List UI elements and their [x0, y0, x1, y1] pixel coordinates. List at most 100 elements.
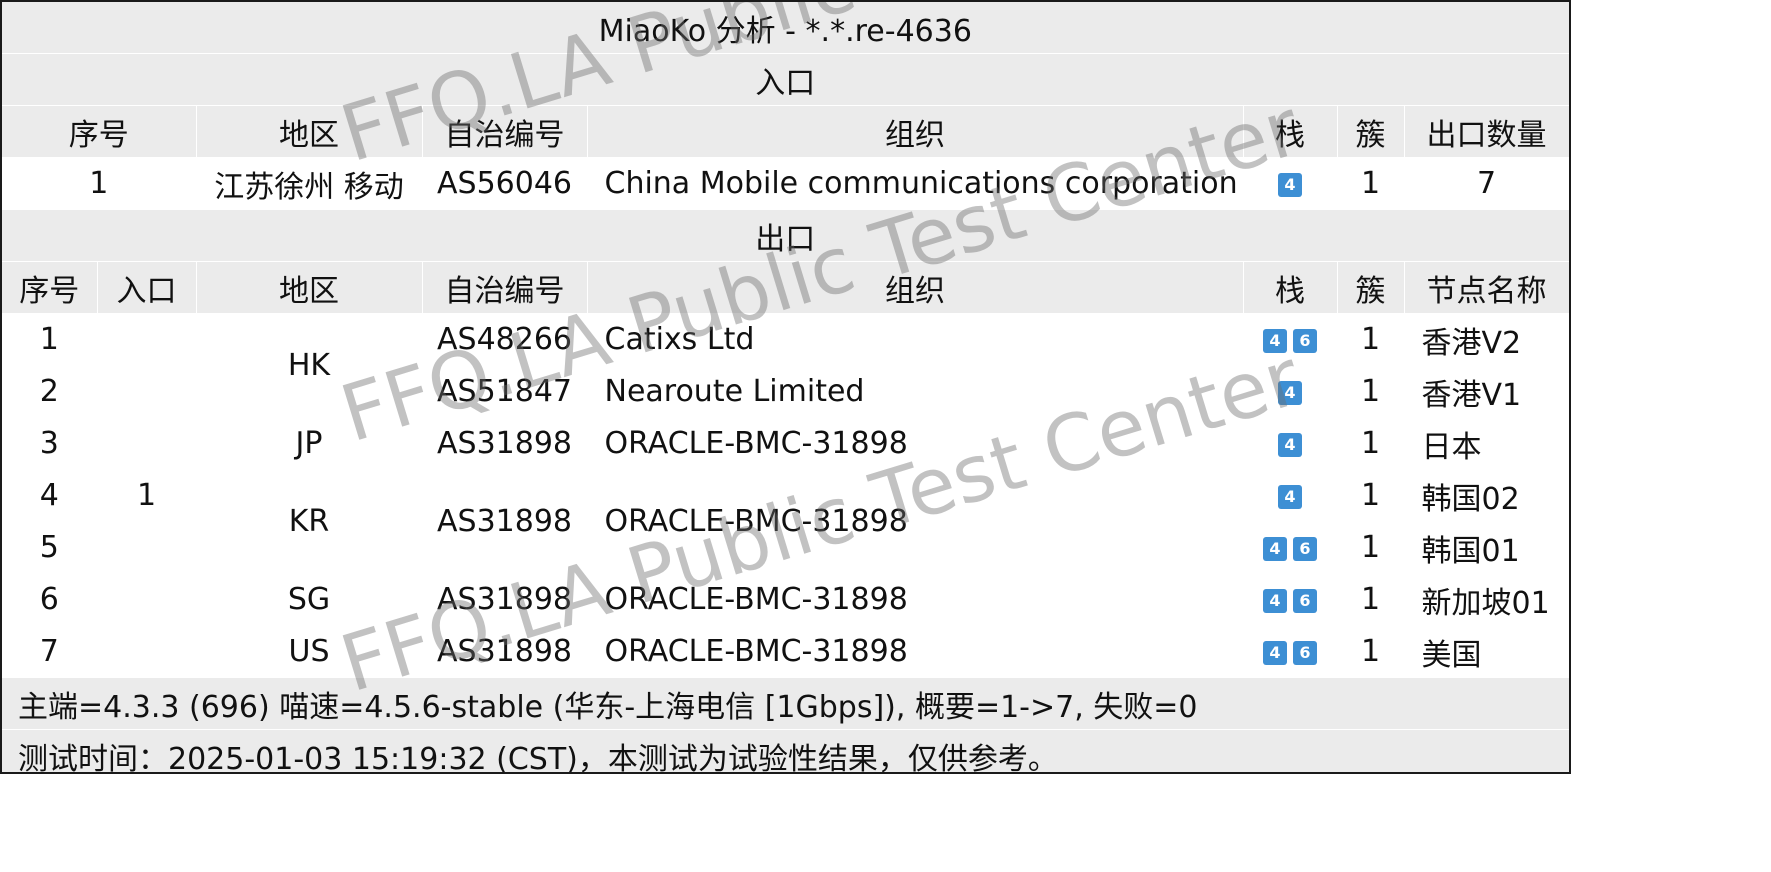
entry-header-index: 序号 [2, 105, 197, 158]
ipv4-badge-icon: 4 [1263, 640, 1287, 665]
entry-asn: AS56046 [422, 157, 588, 210]
entry-stack: 4 [1243, 157, 1338, 210]
exit-org: ORACLE-BMC-31898 [587, 573, 1244, 626]
entry-section-row: 入口 [2, 53, 1569, 106]
entry-header-row: 序号 地区 自治编号 组织 栈 簇 出口数量 [2, 105, 1569, 158]
ipv4-badge-icon: 4 [1278, 484, 1302, 509]
exit-asn: AS51847 [422, 365, 588, 418]
entry-header-cluster: 簇 [1337, 105, 1405, 158]
title-row: MiaoKo 分析 - *.*.re-4636 [2, 2, 1569, 54]
exit-node: 韩国02 [1404, 469, 1569, 522]
entry-section-title: 入口 [2, 53, 1569, 106]
footer-time-row: 测试时间：2025-01-03 15:19:32 (CST)，本测试为试验性结果… [2, 729, 1569, 772]
exit-asn: AS48266 [422, 313, 588, 366]
exit-index: 6 [2, 573, 98, 626]
exit-cluster: 1 [1337, 625, 1405, 678]
ipv6-badge-icon: 6 [1293, 328, 1317, 353]
exit-cluster: 1 [1337, 365, 1405, 418]
exit-stack: 4 [1243, 417, 1338, 470]
exit-index: 3 [2, 417, 98, 470]
table-row: 7 US AS31898 ORACLE-BMC-31898 46 1 美国 [2, 625, 1569, 678]
exit-header-row: 序号 入口 地区 自治编号 组织 栈 簇 节点名称 [2, 261, 1569, 314]
entry-region: 江苏徐州 移动 [196, 157, 423, 210]
exit-cluster: 1 [1337, 313, 1405, 366]
report-window: MiaoKo 分析 - *.*.re-4636 入口 序号 地区 自治编号 组织… [0, 0, 1571, 774]
ipv4-badge-icon: 4 [1278, 432, 1302, 457]
ipv6-badge-icon: 6 [1293, 588, 1317, 613]
exit-header-region: 地区 [196, 261, 423, 314]
exit-node: 韩国01 [1404, 521, 1569, 574]
exit-index: 1 [2, 313, 98, 366]
ipv4-badge-icon: 4 [1278, 380, 1302, 405]
exit-node: 美国 [1404, 625, 1569, 678]
exit-cluster: 1 [1337, 521, 1405, 574]
exit-node: 香港V2 [1404, 313, 1569, 366]
table-row: 3 JP AS31898 ORACLE-BMC-31898 4 1 日本 [2, 417, 1569, 470]
exit-cluster: 1 [1337, 469, 1405, 522]
exit-region-jp: JP [196, 417, 423, 470]
entry-header-asn: 自治编号 [422, 105, 588, 158]
exit-region-kr: KR [196, 469, 423, 574]
exit-index: 2 [2, 365, 98, 418]
exit-org: ORACLE-BMC-31898 [587, 469, 1244, 574]
exit-index: 4 [2, 469, 98, 522]
exit-entry: 1 [97, 313, 197, 678]
footer-version-row: 主端=4.3.3 (696) 喵速=4.5.6-stable (华东-上海电信 … [2, 677, 1569, 730]
exit-section-row: 出口 [2, 209, 1569, 262]
exit-stack: 46 [1243, 573, 1338, 626]
exit-stack: 4 [1243, 469, 1338, 522]
exit-header-stack: 栈 [1243, 261, 1338, 314]
exit-node: 新加坡01 [1404, 573, 1569, 626]
exit-header-entry: 入口 [97, 261, 197, 314]
entry-exit-count: 7 [1404, 157, 1569, 210]
exit-header-asn: 自治编号 [422, 261, 588, 314]
exit-org: ORACLE-BMC-31898 [587, 417, 1244, 470]
exit-header-org: 组织 [587, 261, 1244, 314]
entry-cluster: 1 [1337, 157, 1405, 210]
exit-cluster: 1 [1337, 573, 1405, 626]
report-title: MiaoKo 分析 - *.*.re-4636 [2, 2, 1569, 54]
ipv6-badge-icon: 6 [1293, 640, 1317, 665]
table-row: 1 1 HK AS48266 Catixs Ltd 46 1 香港V2 [2, 313, 1569, 678]
entry-row: 1 江苏徐州 移动 AS56046 China Mobile communica… [2, 157, 1569, 210]
exit-region-sg: SG [196, 573, 423, 626]
footer-version: 主端=4.3.3 (696) 喵速=4.5.6-stable (华东-上海电信 … [2, 677, 1569, 730]
exit-node: 香港V1 [1404, 365, 1569, 418]
exit-index: 7 [2, 625, 98, 678]
table-row: 4 KR AS31898 ORACLE-BMC-31898 4 1 韩国02 [2, 469, 1569, 574]
entry-header-exit-count: 出口数量 [1404, 105, 1569, 158]
exit-section-title: 出口 [2, 209, 1569, 262]
exit-region-hk: HK [196, 313, 423, 418]
exit-stack: 4 [1243, 365, 1338, 418]
exit-header-cluster: 簇 [1337, 261, 1405, 314]
ipv4-badge-icon: 4 [1263, 588, 1287, 613]
entry-header-region: 地区 [196, 105, 423, 158]
exit-stack: 46 [1243, 313, 1338, 366]
exit-org: Catixs Ltd [587, 313, 1244, 366]
exit-asn: AS31898 [422, 469, 588, 574]
exit-index: 5 [2, 521, 98, 574]
ipv6-badge-icon: 6 [1293, 536, 1317, 561]
exit-stack: 46 [1243, 521, 1338, 574]
exit-asn: AS31898 [422, 573, 588, 626]
exit-org: ORACLE-BMC-31898 [587, 625, 1244, 678]
footer-time: 测试时间：2025-01-03 15:19:32 (CST)，本测试为试验性结果… [2, 729, 1569, 772]
ipv4-badge-icon: 4 [1263, 328, 1287, 353]
exit-cluster: 1 [1337, 417, 1405, 470]
entry-header-org: 组织 [587, 105, 1244, 158]
entry-header-stack: 栈 [1243, 105, 1338, 158]
exit-header-index: 序号 [2, 261, 98, 314]
exit-region-us: US [196, 625, 423, 678]
entry-org: China Mobile communications corporation [587, 157, 1244, 210]
entry-index: 1 [2, 157, 197, 210]
exit-org: Nearoute Limited [587, 365, 1244, 418]
exit-asn: AS31898 [422, 625, 588, 678]
exit-header-node: 节点名称 [1404, 261, 1569, 314]
exit-node: 日本 [1404, 417, 1569, 470]
exit-stack: 46 [1243, 625, 1338, 678]
ipv4-badge-icon: 4 [1263, 536, 1287, 561]
report-table: MiaoKo 分析 - *.*.re-4636 入口 序号 地区 自治编号 组织… [2, 2, 1569, 772]
exit-asn: AS31898 [422, 417, 588, 470]
table-row: 6 SG AS31898 ORACLE-BMC-31898 46 1 新加坡01 [2, 573, 1569, 626]
ipv4-badge-icon: 4 [1278, 172, 1302, 197]
